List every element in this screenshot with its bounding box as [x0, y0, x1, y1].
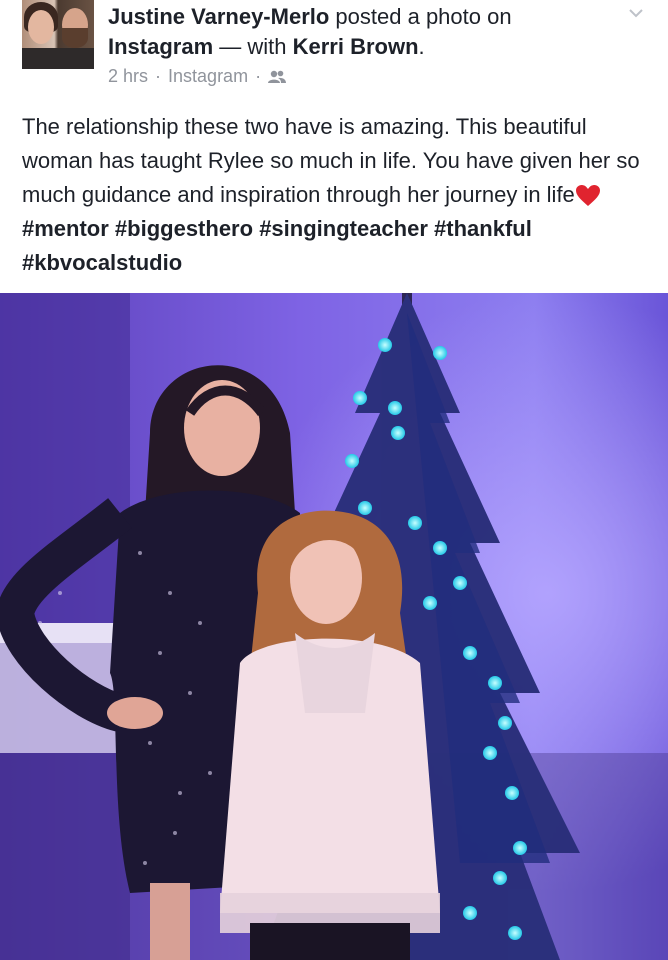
red-heart-icon [575, 185, 600, 207]
post-body-text: The relationship these two have is amazi… [22, 114, 640, 207]
timestamp-link[interactable]: 2 hrs [108, 66, 148, 87]
hashtag-link[interactable]: #singingteacher [259, 216, 428, 241]
source-link[interactable]: Instagram [168, 66, 248, 87]
author-avatar[interactable] [22, 0, 94, 69]
meta-separator: · [155, 66, 162, 86]
hashtag-link[interactable]: #kbvocalstudio [22, 250, 182, 275]
post-header: Justine Varney-Merlo posted a photo on I… [0, 0, 668, 96]
platform-link[interactable]: Instagram [108, 34, 213, 59]
chevron-down-icon[interactable] [628, 5, 644, 21]
meta-separator-2: · [255, 66, 262, 86]
hashtag-link[interactable]: #mentor [22, 216, 109, 241]
post-body: The relationship these two have is amazi… [22, 110, 658, 280]
action-text: posted a photo on [329, 4, 512, 29]
post-photo[interactable] [0, 293, 668, 960]
post-meta: 2 hrs · Instagram · [108, 66, 287, 87]
photo-illustration [0, 293, 668, 960]
friends-icon[interactable] [268, 70, 287, 84]
headline-period: . [418, 34, 425, 59]
hashtag-link[interactable]: #biggesthero [115, 216, 253, 241]
facebook-post: Justine Varney-Merlo posted a photo on I… [0, 0, 668, 960]
post-headline: Justine Varney-Merlo posted a photo on I… [108, 2, 608, 62]
hashtag-link[interactable]: #thankful [434, 216, 532, 241]
tagged-person-link[interactable]: Kerri Brown [293, 34, 419, 59]
with-text: — with [213, 34, 293, 59]
author-name-link[interactable]: Justine Varney-Merlo [108, 4, 329, 29]
